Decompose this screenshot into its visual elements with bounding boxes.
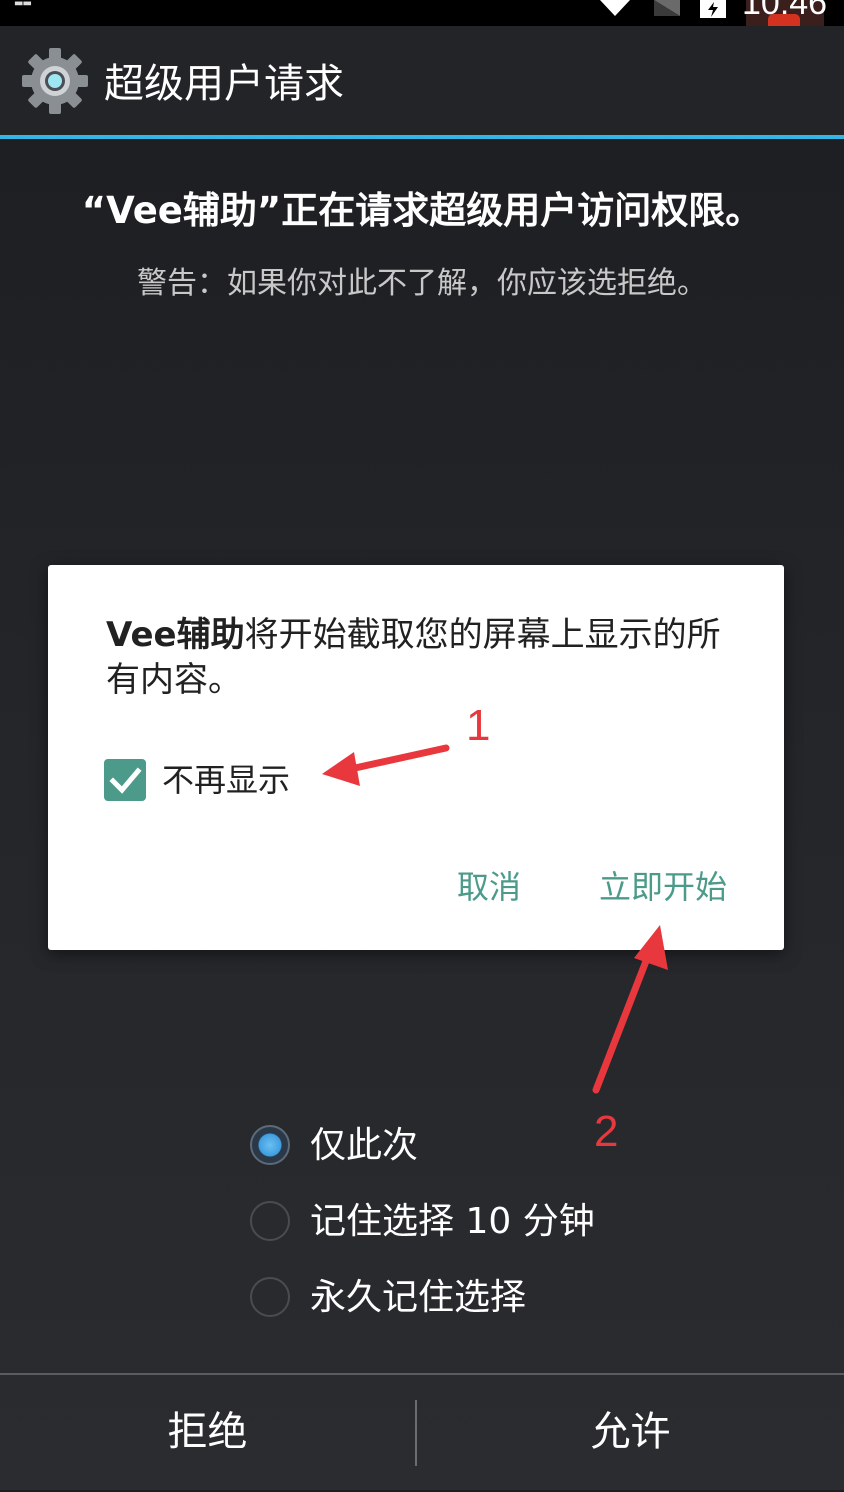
option-label: 永久记住选择 (310, 1277, 527, 1318)
dont-show-again-label[interactable]: 不再显示 (162, 757, 290, 803)
radio-unchecked-icon[interactable] (250, 1201, 290, 1241)
check-icon (109, 767, 142, 794)
battery-icon (700, 0, 726, 18)
radio-checked-icon[interactable] (250, 1125, 290, 1165)
status-clock: 10:46 (742, 0, 828, 22)
notification-icon: ▬▬ (14, 0, 32, 9)
status-bar: ▬▬ (0, 0, 844, 26)
page-title: 超级用户请求 (104, 61, 344, 107)
radio-unchecked-icon[interactable] (250, 1277, 290, 1317)
annotation-label-1: 1 (466, 701, 491, 750)
option-label: 仅此次 (310, 1125, 419, 1166)
wifi-icon (600, 0, 630, 16)
annotation-label-2: 2 (594, 1107, 619, 1156)
allow-button[interactable]: 允许 (417, 1375, 844, 1490)
gear-icon (22, 48, 88, 114)
start-now-button[interactable]: 立即开始 (588, 861, 738, 913)
signal-icon (654, 0, 680, 16)
dialog-app-name: Vee辅助 (106, 615, 245, 655)
request-message: “Vee辅助”正在请求超级用户访问权限。 (81, 189, 763, 232)
option-label: 记住选择 10 分钟 (310, 1201, 595, 1242)
title-divider (0, 135, 844, 139)
cancel-button[interactable]: 取消 (444, 861, 534, 913)
warning-message: 警告：如果你对此不了解，你应该选拒绝。 (137, 266, 707, 301)
screen-capture-dialog: Vee辅助将开始截取您的屏幕上显示的所有内容。 不再显示 取消 立即开始 (48, 565, 784, 950)
deny-button[interactable]: 拒绝 (0, 1375, 415, 1490)
dialog-message: Vee辅助将开始截取您的屏幕上显示的所有内容。 (106, 613, 726, 703)
dont-show-again-checkbox[interactable] (104, 759, 146, 801)
